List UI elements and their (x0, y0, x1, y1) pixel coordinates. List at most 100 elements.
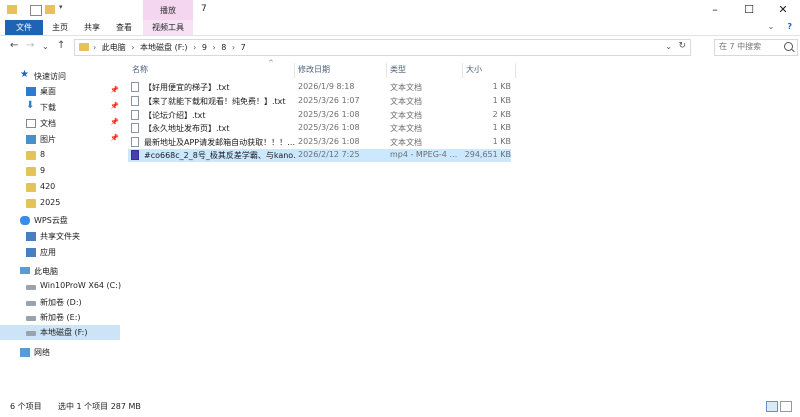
file-row[interactable]: 最新地址及APP请发邮箱自动获取！！！… 2025/3/26 1:08 文本文档… (128, 136, 511, 149)
contextual-tab-group: 播放 (143, 0, 193, 20)
window-title: 7 (201, 4, 207, 14)
nav-item-documents[interactable]: 文档 📌 (0, 116, 120, 131)
address-dropdown-icon[interactable]: ⌄ (665, 42, 672, 51)
ribbon-tabs: 文件 主页 共享 查看 视频工具 ⌄ ? (0, 20, 800, 36)
selection-info: 选中 1 个项目 287 MB (58, 402, 141, 411)
properties-icon[interactable] (30, 5, 42, 16)
breadcrumb-drive-f[interactable]: 本地磁盘 (F:) (140, 43, 187, 52)
star-icon: ★ (20, 69, 29, 80)
drive-icon (26, 331, 36, 336)
close-button[interactable]: ✕ (766, 0, 800, 20)
column-divider[interactable] (386, 63, 387, 78)
file-row-selected[interactable]: #co668c_2_8号_极其反差学霸、与kano… 2026/2/12 7:2… (128, 149, 511, 162)
folder-icon (79, 43, 89, 51)
nav-drive-c[interactable]: Win10ProW X64 (C:) (0, 279, 121, 294)
nav-item-folder-2025[interactable]: 2025 (0, 196, 120, 211)
search-icon[interactable] (784, 42, 793, 51)
tab-view[interactable]: 查看 (116, 20, 132, 35)
tab-home[interactable]: 主页 (52, 20, 68, 35)
column-header-name[interactable]: 名称 (132, 63, 148, 78)
nav-item-apps[interactable]: 应用 (0, 245, 120, 260)
text-file-icon (131, 82, 139, 92)
network-icon (20, 348, 30, 357)
search-input[interactable] (719, 42, 779, 51)
folder-icon (26, 183, 36, 192)
pin-icon: 📌 (110, 134, 119, 142)
file-row[interactable]: 【来了就能下载和观看！纯免费！】.txt 2025/3/26 1:07 文本文档… (128, 95, 511, 108)
nav-this-pc[interactable]: 此电脑 (0, 264, 120, 279)
title-bar: ▾ 播放 7 – ☐ ✕ (0, 0, 800, 20)
recent-locations-button[interactable]: ⌄ (42, 42, 49, 51)
pin-icon: 📌 (110, 102, 119, 110)
folder-icon (26, 151, 36, 160)
nav-item-shared-folder[interactable]: 共享文件夹 (0, 229, 120, 244)
nav-network[interactable]: 网络 (0, 345, 120, 360)
large-icons-view-icon[interactable] (780, 401, 792, 412)
address-bar[interactable]: › 此电脑 › 本地磁盘 (F:) › 9 › 8 › 7 ⌄ ↻ (74, 39, 691, 56)
nav-drive-f[interactable]: 本地磁盘 (F:) (0, 325, 120, 340)
shared-folder-icon (26, 232, 36, 241)
breadcrumb: › 此电脑 › 本地磁盘 (F:) › 9 › 8 › 7 (93, 43, 246, 52)
navigation-pane: ★ 快速访问 桌面 📌 ⬇ 下载 📌 文档 📌 图片 📌 8 9 420 202… (0, 63, 125, 393)
breadcrumb-8[interactable]: 8 (221, 43, 226, 52)
tab-file[interactable]: 文件 (5, 20, 43, 35)
drive-icon (26, 301, 36, 306)
drive-icon (26, 316, 36, 321)
tab-video-tools[interactable]: 视频工具 (143, 20, 193, 35)
sort-caret-icon: ^ (268, 59, 274, 67)
nav-wps-cloud[interactable]: WPS云盘 (0, 213, 120, 228)
forward-button[interactable]: → (26, 40, 34, 51)
nav-item-folder-9[interactable]: 9 (0, 164, 120, 179)
computer-icon (20, 267, 30, 274)
column-header-size[interactable]: 大小 (466, 63, 482, 78)
picture-icon (26, 135, 36, 144)
apps-icon (26, 248, 36, 257)
nav-item-folder-420[interactable]: 420 (0, 180, 120, 195)
details-view-icon[interactable] (766, 401, 778, 412)
folder-icon (26, 199, 36, 208)
nav-drive-e[interactable]: 新加卷 (E:) (0, 310, 120, 325)
nav-item-desktop[interactable]: 桌面 📌 (0, 84, 120, 99)
back-button[interactable]: ← (10, 40, 18, 51)
desktop-icon (26, 87, 36, 96)
minimize-button[interactable]: – (698, 0, 732, 20)
text-file-icon (131, 123, 139, 133)
column-divider[interactable] (294, 63, 295, 78)
breadcrumb-this-pc[interactable]: 此电脑 (102, 43, 126, 52)
column-header-type[interactable]: 类型 (390, 63, 406, 78)
column-divider[interactable] (462, 63, 463, 78)
ribbon-controls: ⌄ ? (768, 22, 792, 31)
nav-item-downloads[interactable]: ⬇ 下载 📌 (0, 100, 120, 115)
breadcrumb-9[interactable]: 9 (202, 43, 207, 52)
help-icon[interactable]: ? (787, 22, 792, 31)
address-row: ← → ⌄ ↑ › 此电脑 › 本地磁盘 (F:) › 9 › 8 › 7 ⌄ … (0, 37, 800, 57)
item-count: 6 个项目 (10, 402, 42, 411)
nav-item-folder-8[interactable]: 8 (0, 148, 120, 163)
refresh-icon[interactable]: ↻ (678, 41, 686, 51)
drive-icon (26, 285, 36, 290)
status-bar: 6 个项目 选中 1 个项目 287 MB (0, 396, 800, 417)
column-headers: ^ 名称 修改日期 类型 大小 (128, 59, 518, 78)
file-row[interactable]: 【论坛介绍】.txt 2025/3/26 1:08 文本文档 2 KB (128, 109, 511, 122)
video-file-icon (131, 150, 139, 160)
column-divider[interactable] (515, 63, 516, 78)
text-file-icon (131, 137, 139, 147)
nav-quick-access[interactable]: ★ 快速访问 (0, 69, 120, 84)
cloud-icon (20, 216, 30, 225)
nav-drive-d[interactable]: 新加卷 (D:) (0, 295, 120, 310)
search-box[interactable] (714, 39, 798, 56)
pin-icon: 📌 (110, 86, 119, 94)
file-row[interactable]: 【永久地址发布页】.txt 2025/3/26 1:08 文本文档 1 KB (128, 122, 511, 135)
file-row[interactable]: 【好用便宜的梯子】.txt 2026/1/9 8:18 文本文档 1 KB (128, 81, 511, 94)
pin-icon: 📌 (110, 118, 119, 126)
new-folder-icon[interactable] (45, 5, 55, 14)
nav-item-pictures[interactable]: 图片 📌 (0, 132, 120, 147)
breadcrumb-7[interactable]: 7 (241, 43, 246, 52)
text-file-icon (131, 96, 139, 106)
customize-toolbar-icon[interactable]: ▾ (59, 3, 65, 12)
maximize-button[interactable]: ☐ (732, 0, 766, 20)
column-header-date[interactable]: 修改日期 (298, 63, 330, 78)
tab-share[interactable]: 共享 (84, 20, 100, 35)
up-button[interactable]: ↑ (57, 40, 65, 51)
expand-ribbon-icon[interactable]: ⌄ (768, 22, 775, 31)
